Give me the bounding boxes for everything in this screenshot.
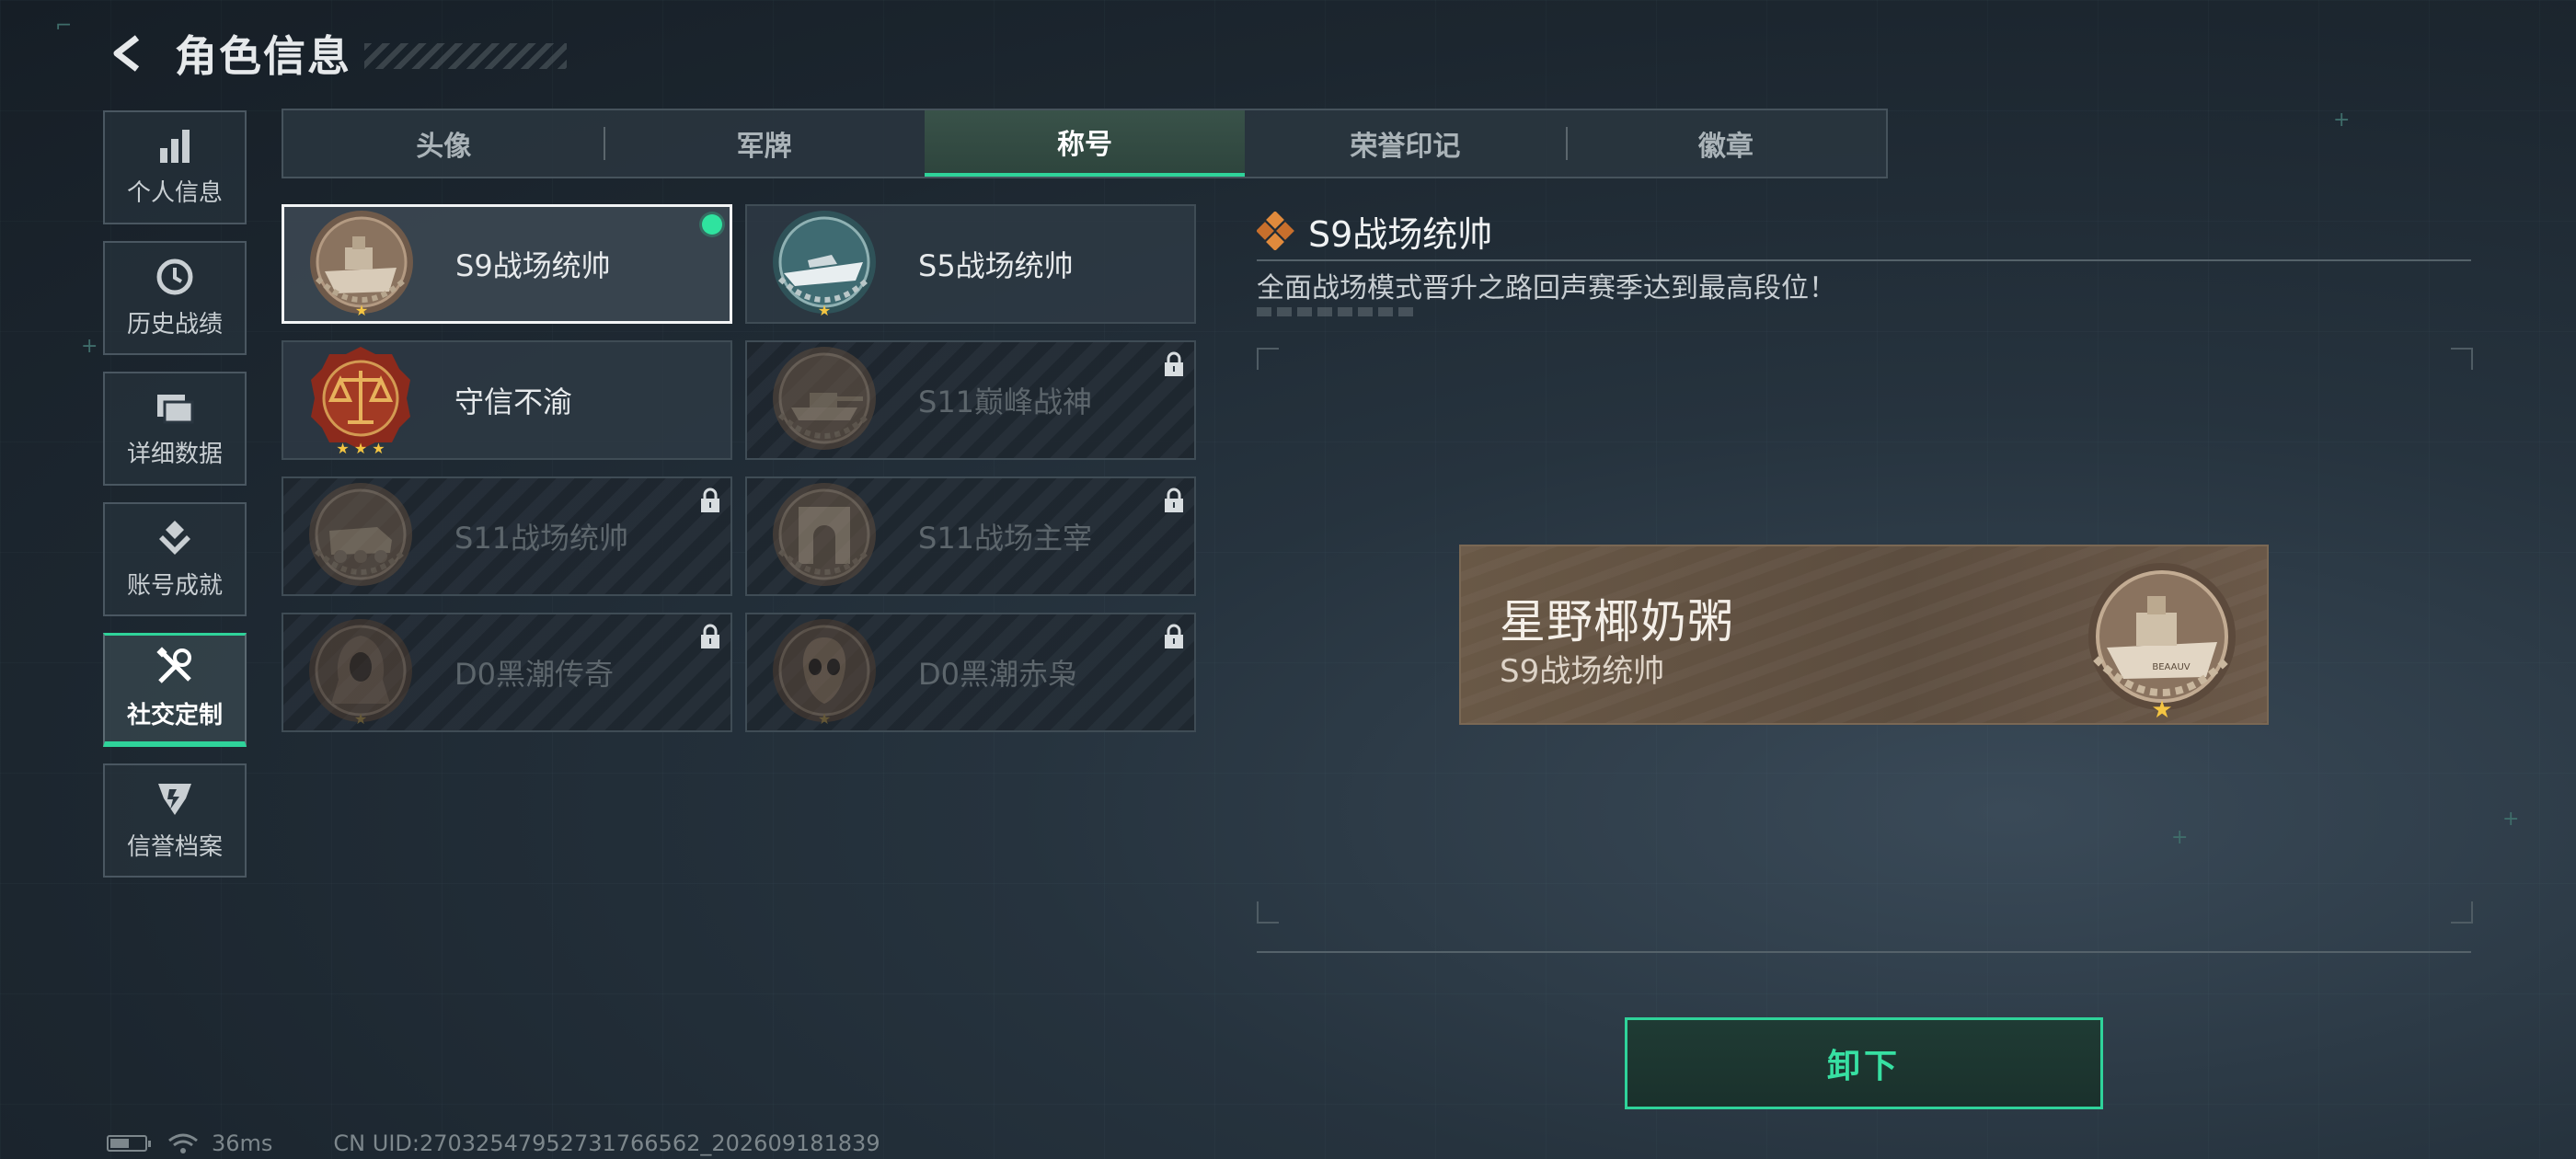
clock-icon (156, 258, 193, 294)
diamond-title-icon (1257, 212, 1294, 250)
shield-icon (158, 783, 191, 815)
back-arrow-icon[interactable] (101, 28, 153, 79)
nav-item-history[interactable]: 历史战绩 (103, 241, 247, 355)
tab-badge[interactable]: 徽章 (1565, 110, 1886, 177)
bar-chart-icon (160, 129, 190, 163)
frame-corner (2451, 348, 2473, 370)
nav-label: 账号成就 (126, 571, 223, 600)
side-navigation: 个人信息 历史战绩 详细数据 账号成就 社交定制 信誉档案 (103, 110, 250, 894)
nav-label: 详细数据 (126, 440, 223, 468)
arch-badge-icon (773, 483, 876, 586)
svg-text:★: ★ (818, 302, 831, 319)
title-card-keep-faith[interactable]: ★ ★ ★ 守信不渝 (282, 340, 732, 460)
detail-title: S9战场统帅 (1308, 213, 1493, 255)
title-name: S11战场主宰 (918, 521, 1093, 556)
title-decoration (364, 43, 567, 69)
tab-honor-mark[interactable]: 荣誉印记 (1245, 110, 1565, 177)
nav-label: 个人信息 (126, 178, 223, 207)
svg-text:★: ★ (354, 710, 367, 728)
nav-item-personal-info[interactable]: 个人信息 (103, 110, 247, 224)
tab-title[interactable]: 称号 (924, 110, 1246, 177)
achievement-icon (159, 520, 190, 555)
description-decoration (1257, 307, 1419, 316)
deco-crosshair: + (2333, 109, 2351, 132)
svg-text:★: ★ (818, 710, 831, 728)
divider-line (1257, 951, 2471, 953)
lock-icon (701, 488, 719, 512)
ping-value: 36ms (212, 1130, 273, 1156)
ship-badge-icon: BEAAUV ★ (2088, 563, 2236, 721)
folder-icon (157, 394, 194, 423)
tools-icon (156, 647, 191, 683)
title-card-s5-commander[interactable]: ★ S5战场统帅 (745, 204, 1196, 324)
frame-corner (1257, 901, 1279, 924)
preview-title: S9战场统帅 (1500, 653, 1665, 690)
battery-icon (107, 1135, 151, 1152)
title-card-s11-commander[interactable]: S11战场统帅 (282, 476, 732, 596)
title-card-d0-dark-tide-legend[interactable]: ★ D0黑潮传奇 (282, 613, 732, 732)
lock-icon (1165, 624, 1183, 648)
skull-mask-badge-icon: ★ (773, 619, 876, 728)
title-name: D0黑潮赤枭 (918, 657, 1078, 692)
title-name: S9战场统帅 (455, 248, 611, 283)
title-name: S11巅峰战神 (918, 384, 1093, 419)
apc-badge-icon (309, 483, 412, 586)
title-card-s11-war-god[interactable]: S11巅峰战神 (745, 340, 1196, 460)
nav-label: 社交定制 (126, 702, 223, 729)
lock-icon (1165, 488, 1183, 512)
frame-corner (1257, 348, 1279, 370)
title-name: D0黑潮传奇 (454, 657, 615, 692)
title-preview-banner: 星野椰奶粥 S9战场统帅 BEAAUV ★ (1459, 545, 2269, 725)
page-title: 角色信息 (175, 31, 351, 81)
wifi-icon (168, 1133, 198, 1153)
equipped-indicator (702, 214, 722, 235)
battery-level (110, 1139, 129, 1148)
detail-header: S9战场统帅 (1257, 202, 2471, 261)
nav-item-social-custom[interactable]: 社交定制 (103, 633, 247, 747)
title-card-s11-dominator[interactable]: S11战场主宰 (745, 476, 1196, 596)
svg-text:★ ★ ★: ★ ★ ★ (336, 440, 385, 457)
deco-crosshair: + (2502, 808, 2520, 831)
page-header: 角色信息 (101, 24, 567, 83)
deco-crosshair: + (2171, 826, 2189, 849)
unequip-button[interactable]: 卸下 (1625, 1017, 2103, 1109)
uid-text: CN UID:27032547952731766562_202609181839 (333, 1130, 880, 1156)
ship-badge-icon: ★ (310, 211, 413, 319)
unequip-label: 卸下 (1826, 1048, 1901, 1085)
lock-icon (1165, 351, 1183, 376)
title-name: S11战场统帅 (454, 521, 629, 556)
detail-description: 全面战场模式晋升之路回声赛季达到最高段位！ (1257, 272, 1836, 304)
preview-player-name: 星野椰奶粥 (1500, 595, 1734, 648)
svg-text:★: ★ (2151, 696, 2172, 721)
frame-corner (2451, 901, 2473, 924)
title-card-d0-dark-tide-owl[interactable]: ★ D0黑潮赤枭 (745, 613, 1196, 732)
svg-text:★: ★ (355, 302, 368, 319)
tank-badge-icon (773, 347, 876, 450)
boat-badge-icon: ★ (773, 211, 876, 319)
status-bar: 36ms CN UID:27032547952731766562_2026091… (107, 1130, 880, 1157)
title-name: 守信不渝 (454, 384, 573, 419)
title-card-s9-commander[interactable]: ★ S9战场统帅 (282, 204, 732, 324)
deco-crosshair: ⌐ (55, 15, 73, 38)
nav-item-achievements[interactable]: 账号成就 (103, 502, 247, 616)
nav-label: 历史战绩 (126, 310, 223, 339)
lock-icon (701, 624, 719, 648)
scales-badge-icon: ★ ★ ★ (311, 347, 410, 457)
nav-item-detailed-data[interactable]: 详细数据 (103, 372, 247, 486)
nav-label: 信誉档案 (126, 832, 223, 861)
deco-crosshair: + (81, 335, 98, 358)
category-tabs: 头像 军牌 称号 荣誉印记 徽章 (282, 109, 1888, 178)
ship-hull-text: BEAAUV (2152, 662, 2190, 672)
nav-item-credit-record[interactable]: 信誉档案 (103, 763, 247, 878)
tab-dog-tag[interactable]: 军牌 (604, 110, 924, 177)
hooded-figure-badge-icon: ★ (309, 619, 412, 728)
tab-avatar[interactable]: 头像 (283, 110, 604, 177)
title-name: S5战场统帅 (918, 248, 1074, 283)
